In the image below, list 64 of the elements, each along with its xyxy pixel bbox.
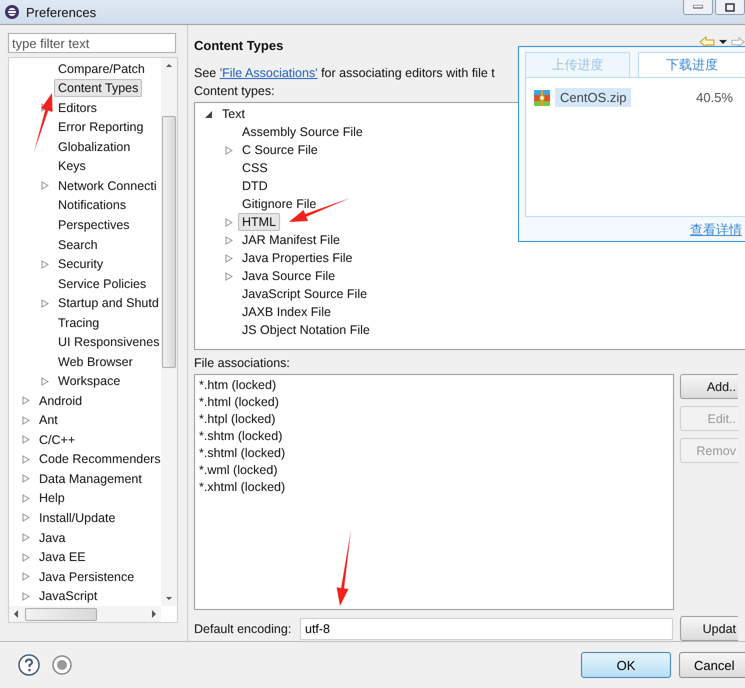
tree-item[interactable]: Install/Update [35,508,120,527]
tree-item[interactable]: Notifications [54,196,130,214]
window-title: Preferences [26,4,96,20]
file-associations-link[interactable]: 'File Associations' [220,66,318,80]
progress-text: 40.5% [696,90,733,105]
dialog-button[interactable]: Cancel [679,652,745,678]
file-name[interactable]: CentOS.zip [555,88,632,107]
association-item[interactable]: *.htm (locked) [199,378,669,395]
association-item[interactable]: *.html (locked) [199,395,669,412]
tree-item[interactable]: Gitignore File [238,195,320,214]
tree-item[interactable]: Android [35,392,86,410]
tree-item[interactable]: Workspace [54,372,124,390]
tree-item[interactable]: Perspectives [54,216,134,234]
popup-tab[interactable]: 下载进度 [638,52,745,77]
tree-item[interactable]: Java Source File [238,267,340,286]
page-title: Content Types [194,38,284,54]
tree-item[interactable]: Data Management [35,470,146,488]
tree-item[interactable]: HTML [238,213,280,232]
tree-item[interactable]: UI Responsivenes [54,333,161,352]
tree-item[interactable]: Content Types [54,79,142,98]
tree-item[interactable]: Ant [35,411,62,430]
association-item[interactable]: *.xhtml (locked) [199,480,669,497]
content-types-label: Content types: [194,84,275,98]
tree-item[interactable]: Search [54,236,102,254]
tree-item[interactable]: JAXB Index File [238,303,335,322]
tree-item[interactable]: JavaScript Source File [238,285,372,304]
tree-item[interactable]: C/C++ [35,430,80,449]
tree-item[interactable]: C Source File [238,141,322,160]
tree-item[interactable]: Code Recommenders [35,450,161,468]
tree-item[interactable]: Java EE [35,548,90,566]
dialog-button[interactable]: OK [581,652,671,678]
encoding-label: Default encoding: [194,622,292,636]
tree-item[interactable]: Keys [54,157,90,176]
tree-item[interactable]: Startup and Shutd [54,294,161,312]
tree-item[interactable]: Java Properties File [238,249,356,268]
file-associations-label: File associations: [194,356,290,370]
update-button[interactable]: Updat [680,616,738,641]
tree-item[interactable]: Web Browser [54,352,137,371]
tree-item[interactable]: Network Connecti [54,176,161,195]
tree-item[interactable]: Service Policies [54,274,150,293]
tree-item[interactable]: CSS [238,159,272,178]
tree-item[interactable]: Globalization [54,138,134,156]
encoding-field[interactable]: utf-8 [300,618,673,640]
tree-item[interactable]: Assembly Source File [238,123,367,142]
association-item[interactable]: *.wml (locked) [199,463,669,480]
tree-item[interactable]: Text [218,105,249,124]
tree-item[interactable]: Java [35,528,70,547]
tree-item[interactable]: DTD [238,177,272,196]
association-item[interactable]: *.shtm (locked) [199,429,669,446]
tree-item[interactable]: Java Persistence [35,568,138,586]
side-button[interactable]: Add.. [680,374,738,399]
tree-item[interactable]: JS Object Notation File [238,321,374,340]
association-item[interactable]: *.htpl (locked) [199,412,669,429]
tree-item[interactable]: JavaScript [35,587,102,606]
tree-item[interactable]: Error Reporting [54,118,148,136]
tree-item[interactable]: JAR Manifest File [238,231,344,250]
tree-item[interactable]: Help [35,489,69,508]
tree-item[interactable]: Compare/Patch [54,60,149,78]
association-item[interactable]: *.shtml (locked) [199,446,669,463]
tree-item[interactable]: Security [54,255,108,274]
intro-text: See 'File Associations' for associating editors with file t [194,66,495,80]
tree-item[interactable]: Editors [54,98,101,117]
filter-field[interactable]: type filter text [8,33,176,53]
tree-item[interactable]: Tracing [54,314,104,332]
